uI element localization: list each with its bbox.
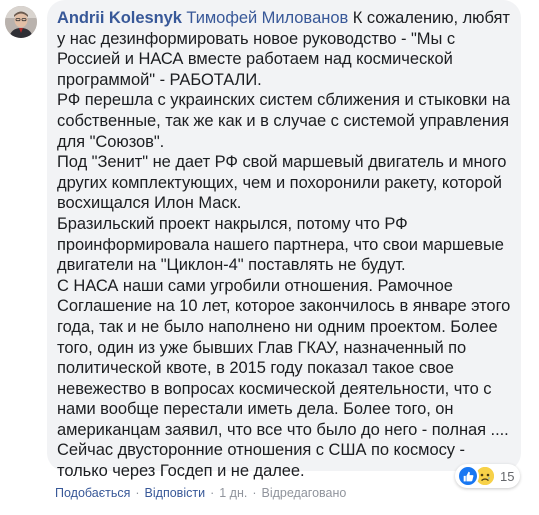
avatar[interactable] <box>5 6 37 38</box>
reaction-count: 15 <box>500 468 515 484</box>
paragraph-5: С НАСА наши сами угробили отношения. Рам… <box>57 276 515 481</box>
comment-bubble: Andrii Kolesnyk Тимофей Миловaнов К сожа… <box>47 0 521 480</box>
author-name[interactable]: Andrii Kolesnyk <box>57 9 182 27</box>
avatar-photo-icon <box>5 6 37 38</box>
reactions-summary[interactable]: 15 <box>455 464 521 488</box>
paragraph-4: Бразильский проект накрылся, потому что … <box>57 214 509 275</box>
like-icon <box>457 465 479 487</box>
comment: Andrii Kolesnyk Тимофей Миловaнов К сожа… <box>0 0 539 515</box>
edited-label[interactable]: Відредаговано <box>262 486 347 500</box>
comment-actions: Подобається · Відповісти · 1 дн. · Відре… <box>55 486 346 500</box>
paragraph-3: Под "Зенит" не дает РФ свой маршевый дви… <box>57 153 511 213</box>
separator-dot: · <box>135 486 140 500</box>
paragraph-2: РФ перешла с украинских систем сближения… <box>57 91 515 151</box>
comment-body: Andrii Kolesnyk Тимофей Миловaнов К сожа… <box>57 8 511 482</box>
mention-tag[interactable]: Тимофей Миловaнов <box>186 9 348 27</box>
separator-dot: · <box>210 486 215 500</box>
timestamp[interactable]: 1 дн. <box>219 486 247 500</box>
like-button[interactable]: Подобається <box>55 486 130 500</box>
reply-button[interactable]: Відповісти <box>145 486 206 500</box>
separator-dot: · <box>252 486 257 500</box>
